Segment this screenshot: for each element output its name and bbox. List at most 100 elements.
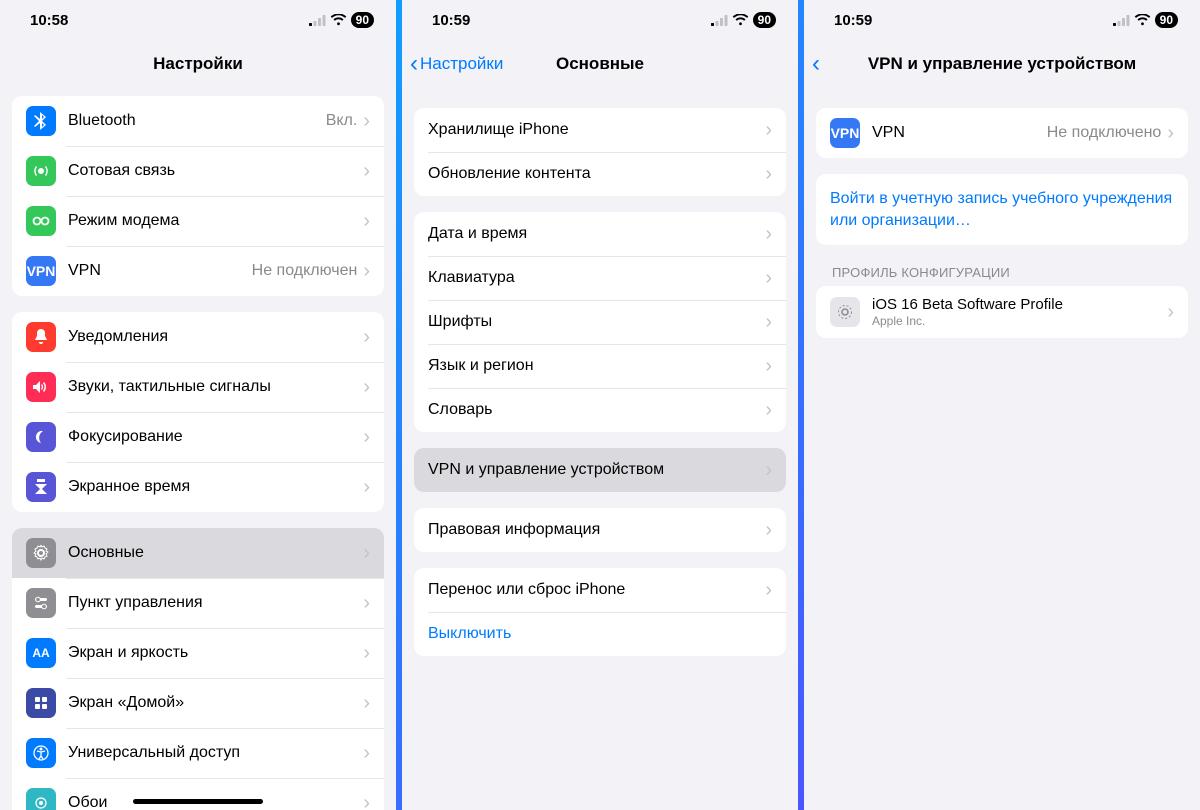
row-transfer-reset[interactable]: Перенос или сброс iPhone › <box>414 568 786 612</box>
home-screen-icon <box>26 688 56 718</box>
settings-screen: 10:58 90 Настройки Bluetooth Вкл. › Сото… <box>0 0 396 810</box>
row-label: Сотовая связь <box>68 162 363 180</box>
home-indicator[interactable] <box>133 799 263 804</box>
navbar: Настройки <box>0 40 396 88</box>
chevron-right-icon: › <box>363 260 370 283</box>
row-label: iOS 16 Beta Software Profile Apple Inc. <box>872 296 1167 328</box>
row-display[interactable]: AA Экран и яркость › <box>12 628 384 678</box>
chevron-right-icon: › <box>765 311 772 334</box>
row-value: Вкл. <box>326 112 358 130</box>
chevron-right-icon: › <box>1167 301 1174 324</box>
row-notifications[interactable]: Уведомления › <box>12 312 384 362</box>
cellular-icon <box>26 156 56 186</box>
chevron-right-icon: › <box>1167 122 1174 145</box>
notifications-icon <box>26 322 56 352</box>
row-vpn[interactable]: VPN VPN Не подключено › <box>816 108 1188 158</box>
profile-group: iOS 16 Beta Software Profile Apple Inc. … <box>816 286 1188 338</box>
row-dictionary[interactable]: Словарь › <box>414 388 786 432</box>
row-label: Основные <box>68 544 363 562</box>
back-button[interactable]: ‹ Настройки <box>410 52 503 76</box>
back-button[interactable]: ‹ <box>812 52 820 76</box>
row-cellular[interactable]: Сотовая связь › <box>12 146 384 196</box>
chevron-right-icon: › <box>363 110 370 133</box>
nav-title: VPN и управление устройством <box>868 54 1136 74</box>
locale-group: Дата и время › Клавиатура › Шрифты › Язы… <box>414 212 786 432</box>
system-group: Основные › Пункт управления › AA Экран и… <box>12 528 384 810</box>
row-screentime[interactable]: Экранное время › <box>12 462 384 512</box>
chevron-right-icon: › <box>765 163 772 186</box>
cellular-signal-icon <box>1113 15 1130 26</box>
row-config-profile[interactable]: iOS 16 Beta Software Profile Apple Inc. … <box>816 286 1188 338</box>
back-label: Настройки <box>420 54 503 74</box>
clock: 10:59 <box>834 12 872 29</box>
row-label: Выключить <box>428 625 772 643</box>
row-background-refresh[interactable]: Обновление контента › <box>414 152 786 196</box>
chevron-right-icon: › <box>765 399 772 422</box>
row-value: Не подключено <box>1047 124 1162 142</box>
wallpaper-icon <box>26 788 56 810</box>
row-control-center[interactable]: Пункт управления › <box>12 578 384 628</box>
row-language-region[interactable]: Язык и регион › <box>414 344 786 388</box>
row-general[interactable]: Основные › <box>12 528 384 578</box>
statusbar: 10:58 90 <box>0 0 396 40</box>
chevron-right-icon: › <box>765 119 772 142</box>
profile-header: ПРОФИЛЬ КОНФИГУРАЦИИ <box>832 265 1172 280</box>
vpn-icon: VPN <box>26 256 56 286</box>
vpn-group: VPN VPN Не подключено › <box>816 108 1188 158</box>
row-sign-in-org[interactable]: Войти в учетную запись учебного учрежден… <box>816 174 1188 245</box>
row-date-time[interactable]: Дата и время › <box>414 212 786 256</box>
row-label: Шрифты <box>428 313 765 331</box>
row-accessibility[interactable]: Универсальный доступ › <box>12 728 384 778</box>
row-label: Уведомления <box>68 328 363 346</box>
row-label: Экран и яркость <box>68 644 363 662</box>
connectivity-group: Bluetooth Вкл. › Сотовая связь › Режим м… <box>12 96 384 296</box>
row-label: Фокусирование <box>68 428 363 446</box>
chevron-right-icon: › <box>765 579 772 602</box>
row-label: Хранилище iPhone <box>428 121 765 139</box>
row-legal[interactable]: Правовая информация › <box>414 508 786 552</box>
content: VPN VPN Не подключено › Войти в учетную … <box>804 88 1200 810</box>
row-bluetooth[interactable]: Bluetooth Вкл. › <box>12 96 384 146</box>
legal-group: Правовая информация › <box>414 508 786 552</box>
row-keyboard[interactable]: Клавиатура › <box>414 256 786 300</box>
profile-org: Apple Inc. <box>872 314 1167 328</box>
chevron-right-icon: › <box>363 160 370 183</box>
statusbar: 10:59 90 <box>402 0 798 40</box>
row-label: Режим модема <box>68 212 363 230</box>
chevron-right-icon: › <box>363 542 370 565</box>
row-label: Перенос или сброс iPhone <box>428 581 765 599</box>
profile-icon <box>830 297 860 327</box>
row-wallpaper[interactable]: Обои › <box>12 778 384 810</box>
row-fonts[interactable]: Шрифты › <box>414 300 786 344</box>
clock: 10:59 <box>432 12 470 29</box>
screentime-icon <box>26 472 56 502</box>
row-label: Войти в учетную запись учебного учрежден… <box>830 188 1174 231</box>
control-center-icon <box>26 588 56 618</box>
battery-icon: 90 <box>351 12 374 28</box>
row-home-screen[interactable]: Экран «Домой» › <box>12 678 384 728</box>
chevron-right-icon: › <box>363 742 370 765</box>
chevron-right-icon: › <box>363 642 370 665</box>
row-hotspot[interactable]: Режим модема › <box>12 196 384 246</box>
chevron-right-icon: › <box>363 592 370 615</box>
row-label: Правовая информация <box>428 521 765 539</box>
cellular-signal-icon <box>711 15 728 26</box>
row-label: VPN <box>872 124 1047 142</box>
chevron-right-icon: › <box>765 223 772 246</box>
row-label: Bluetooth <box>68 112 326 130</box>
row-label: Дата и время <box>428 225 765 243</box>
content: Bluetooth Вкл. › Сотовая связь › Режим м… <box>0 88 396 810</box>
display-icon: AA <box>26 638 56 668</box>
statusbar: 10:59 90 <box>804 0 1200 40</box>
row-sounds[interactable]: Звуки, тактильные сигналы › <box>12 362 384 412</box>
focus-icon <box>26 422 56 452</box>
row-vpn-management[interactable]: VPN и управление устройством › <box>414 448 786 492</box>
general-screen: 10:59 90 ‹ Настройки Основные Хранилище … <box>402 0 798 810</box>
row-focus[interactable]: Фокусирование › <box>12 412 384 462</box>
row-shutdown[interactable]: Выключить <box>414 612 786 656</box>
signin-group: Войти в учетную запись учебного учрежден… <box>816 174 1188 245</box>
row-vpn[interactable]: VPN VPN Не подключен › <box>12 246 384 296</box>
row-label: Экран «Домой» <box>68 694 363 712</box>
wifi-icon <box>1134 14 1151 26</box>
row-iphone-storage[interactable]: Хранилище iPhone › <box>414 108 786 152</box>
